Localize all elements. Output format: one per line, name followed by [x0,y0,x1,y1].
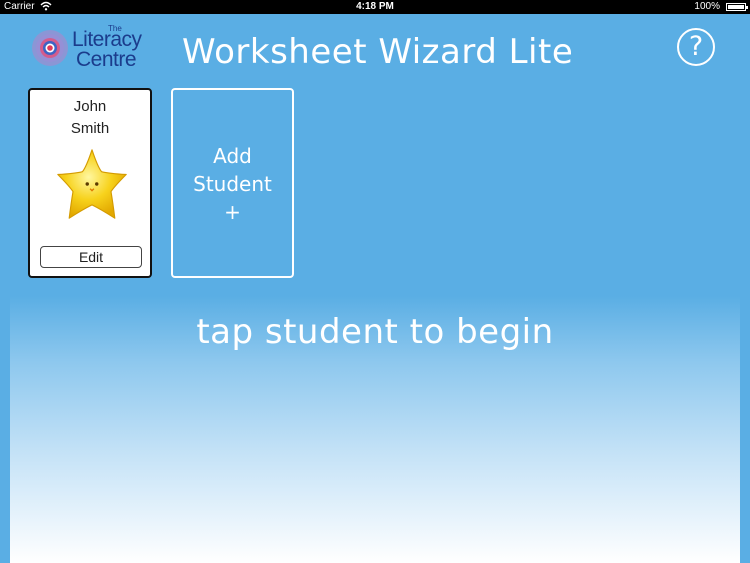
instruction-panel: tap student to begin [10,296,740,563]
battery-percent: 100% [694,1,720,12]
clock: 4:18 PM [356,1,394,12]
help-icon: ? [688,31,704,62]
help-button[interactable]: ? [677,28,715,66]
add-student-line1: Add [213,144,252,168]
plus-icon: + [224,200,241,224]
star-icon [57,149,127,219]
student-first-name: John [73,98,107,115]
instruction-text: tap student to begin [196,312,554,352]
main-view: The Literacy Centre Worksheet Wizard Lit… [0,14,750,563]
logo-rings-icon [32,30,68,66]
student-last-name: Smith [70,120,110,137]
battery-fill [728,5,744,9]
student-card[interactable]: John Smith Edit [28,88,152,278]
add-student-line2: Student [193,172,272,196]
battery-icon [726,3,748,11]
app-title: Worksheet Wizard Lite [182,32,574,72]
logo-centre: Centre [76,48,137,71]
status-bar: Carrier 4:18 PM 100% [0,0,750,14]
add-student-button[interactable]: Add Student + [171,88,294,278]
literacy-centre-logo: The Literacy Centre [28,24,143,76]
logo-literacy: Literacy [72,28,142,51]
add-student-label: Add Student + [173,142,292,226]
edit-button[interactable]: Edit [40,246,142,268]
